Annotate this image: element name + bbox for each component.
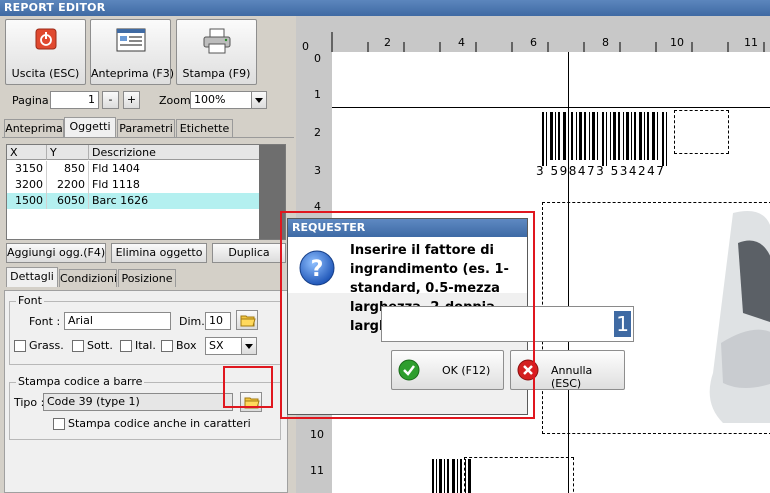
ruler-label: 6 [530, 36, 537, 49]
field-box-bottom[interactable] [464, 457, 574, 493]
folder-icon [240, 315, 256, 327]
barcode-type-picker-button[interactable] [240, 392, 262, 412]
barcode-text: 3 598473 534247 [536, 164, 666, 178]
ok-label: OK (F12) [442, 364, 491, 377]
duplicate-button[interactable]: Duplica [212, 243, 286, 263]
cancel-button[interactable]: Annulla (ESC) [510, 350, 625, 390]
details-panel: Font Font : Arial Dim. 10 Grass. Sott. I… [4, 290, 288, 493]
tab-etichette[interactable]: Etichette [176, 119, 233, 137]
ruler-label: 4 [458, 36, 465, 49]
requester-dialog[interactable]: REQUESTER ? Inserire il fattore di ingra… [287, 218, 634, 415]
delete-object-button[interactable]: Elimina oggetto [111, 243, 207, 263]
tab-parametri[interactable]: Parametri [117, 119, 175, 137]
align-select[interactable]: SX [205, 337, 257, 355]
cancel-label: Annulla (ESC) [551, 364, 593, 390]
question-icon: ? [299, 250, 335, 286]
underline-checkbox[interactable] [72, 340, 84, 352]
print-button[interactable]: Stampa (F9) [176, 19, 257, 85]
dim-label: Dim. [179, 315, 205, 328]
italic-checkbox[interactable] [120, 340, 132, 352]
tab-posizione[interactable]: Posizione [118, 269, 176, 287]
folder-icon [244, 397, 260, 409]
barcode-type-field: Code 39 (type 1) [43, 393, 233, 411]
font-group: Font Font : Arial Dim. 10 Grass. Sott. I… [9, 294, 281, 365]
field-box[interactable] [674, 110, 729, 154]
tab-condizioni[interactable]: Condizioni [59, 269, 117, 287]
ruler-label: 10 [670, 36, 684, 49]
chevron-down-icon[interactable] [251, 92, 266, 108]
ok-button[interactable]: OK (F12) [391, 350, 504, 390]
preview-window-icon [116, 28, 146, 55]
table-header: X Y Descrizione [7, 145, 285, 160]
printer-image [709, 211, 770, 423]
font-size-input[interactable]: 10 [205, 312, 231, 330]
zoom-factor-input[interactable]: 1 [381, 306, 634, 342]
page-label: Pagina [12, 94, 49, 107]
page-input[interactable]: 1 [50, 91, 99, 109]
box-checkbox[interactable] [161, 340, 173, 352]
font-label: Font : [29, 315, 61, 328]
bold-checkbox[interactable] [14, 340, 26, 352]
print-chars-checkbox[interactable] [53, 418, 65, 430]
tab-anteprima[interactable]: Anteprima [4, 119, 64, 137]
window-title: REPORT EDITOR [0, 0, 770, 16]
printer-icon [202, 28, 232, 57]
requester-title: REQUESTER [288, 219, 527, 237]
svg-text:?: ? [311, 257, 324, 282]
table-row-selected[interactable]: 1500 6050 Barc 1626 [7, 193, 285, 209]
preview-button[interactable]: Anteprima (F3) [90, 19, 174, 85]
column-header-x[interactable]: X [7, 145, 47, 160]
page-next-button[interactable]: + [123, 91, 140, 109]
zoom-factor-value: 1 [614, 311, 631, 337]
table-row[interactable]: 3200 2200 Fld 1118 [7, 177, 285, 193]
tab-oggetti[interactable]: Oggetti [64, 117, 116, 137]
check-icon [398, 359, 420, 381]
table-scroll-area [259, 145, 285, 239]
tab-divider [2, 137, 294, 138]
guide-line-horizontal [332, 107, 770, 108]
add-object-button[interactable]: Aggiungi ogg.(F4) [6, 243, 106, 263]
page-prev-button[interactable]: - [102, 91, 119, 109]
ruler-label: 8 [602, 36, 609, 49]
table-row[interactable]: 3150 850 Fld 1404 [7, 161, 285, 177]
cancel-icon [517, 359, 539, 381]
exit-button[interactable]: Uscita (ESC) [5, 19, 86, 85]
zoom-select[interactable]: 100% [190, 91, 267, 109]
ruler-label: 11 [744, 36, 758, 49]
barcode-group: Stampa codice a barre Tipo : Code 39 (ty… [9, 375, 281, 440]
objects-table[interactable]: X Y Descrizione 3150 850 Fld 1404 3200 2… [6, 144, 286, 240]
tab-dettagli[interactable]: Dettagli [6, 267, 58, 287]
left-panel: Uscita (ESC) Anteprima (F3) Stampa (F9) [0, 16, 296, 493]
ruler-label: 2 [384, 36, 391, 49]
power-icon [35, 28, 57, 53]
print-chars-label: Stampa codice anche in caratteri [68, 417, 251, 430]
chevron-down-icon[interactable] [241, 338, 256, 354]
column-header-y[interactable]: Y [47, 145, 89, 160]
font-input[interactable]: Arial [64, 312, 171, 330]
font-picker-button[interactable] [236, 310, 258, 330]
horizontal-ruler: 0 2 4 6 8 10 11 [296, 16, 770, 53]
column-header-descrizione[interactable]: Descrizione [89, 145, 259, 160]
zoom-label: Zoom [159, 94, 191, 107]
type-label: Tipo : [14, 396, 45, 409]
